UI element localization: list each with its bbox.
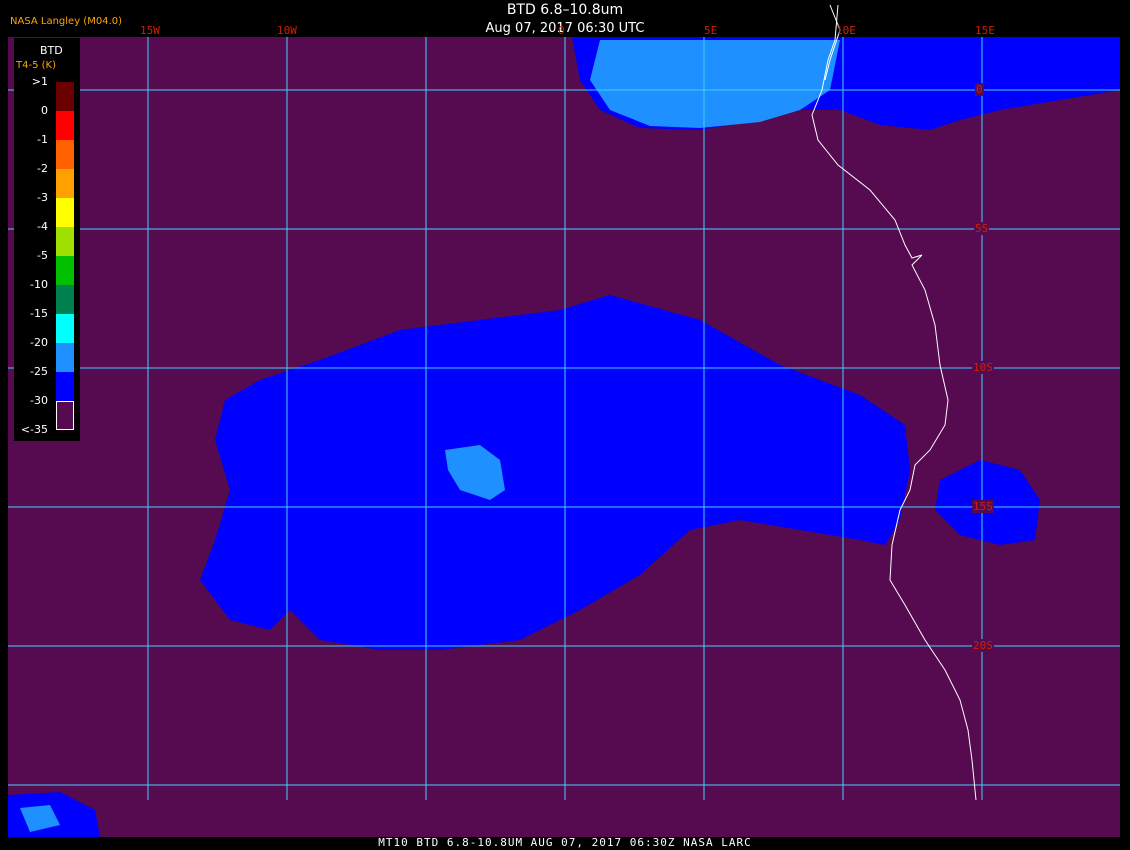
lon-label-15w: 15W — [140, 24, 160, 37]
legend-color-swatch — [56, 285, 74, 314]
legend-color-swatch — [56, 227, 74, 256]
lon-label-15e: 15E — [975, 24, 995, 37]
legend-tick-label: -30 — [30, 394, 48, 407]
lon-label-5e: 5E — [704, 24, 718, 37]
footer-caption: MT10 BTD 6.8-10.8UM AUG 07, 2017 06:30Z … — [378, 836, 752, 849]
legend-color-swatch — [56, 82, 74, 111]
legend-color-swatch — [56, 343, 74, 372]
legend-tick-label: >1 — [31, 75, 48, 88]
legend-tick-label: 0 — [41, 104, 48, 117]
satellite-map — [8, 4, 1120, 837]
legend-tick-label: -4 — [37, 220, 48, 233]
legend-subtitle: T4-5 (K) — [16, 60, 56, 71]
legend-color-swatch — [56, 401, 74, 430]
legend-color-swatch — [56, 372, 74, 401]
legend-color-swatch — [56, 140, 74, 169]
legend-tick-label: -25 — [30, 365, 48, 378]
legend-tick-label: -5 — [37, 249, 48, 262]
lon-label-0: 0 — [558, 24, 565, 37]
legend-color-swatch — [56, 314, 74, 343]
lon-label-10e: 10E — [836, 24, 856, 37]
color-legend: BTD T4-5 (K) >1 0 -1 -2 -3 -4 -5 -10 -15 -20 -25 -3… — [14, 38, 80, 441]
legend-tick-label: -20 — [30, 336, 48, 349]
legend-tick-label: -3 — [37, 191, 48, 204]
legend-color-swatch — [56, 111, 74, 140]
legend-tick-label: -1 — [37, 133, 48, 146]
lat-label-20s: 20S — [972, 639, 994, 652]
legend-color-swatch — [56, 256, 74, 285]
lat-label-0: 0 — [975, 83, 984, 96]
map-timestamp: Aug 07, 2017 06:30 UTC — [485, 21, 645, 36]
map-title: BTD 6.8–10.8um — [506, 2, 624, 18]
legend-tick-label: -2 — [37, 162, 48, 175]
lat-label-15s: 15S — [972, 500, 994, 513]
credit-label: NASA Langley (M04.0) — [10, 16, 122, 27]
legend-title: BTD — [40, 44, 63, 57]
legend-color-swatch — [56, 198, 74, 227]
lon-label-10w: 10W — [277, 24, 297, 37]
lat-label-10s: 10S — [972, 361, 994, 374]
lat-label-5s: 5S — [974, 222, 990, 235]
legend-tick-label: -15 — [30, 307, 48, 320]
legend-tick-label: -10 — [30, 278, 48, 291]
legend-color-swatch — [56, 169, 74, 198]
legend-tick-label: <-35 — [20, 423, 48, 436]
